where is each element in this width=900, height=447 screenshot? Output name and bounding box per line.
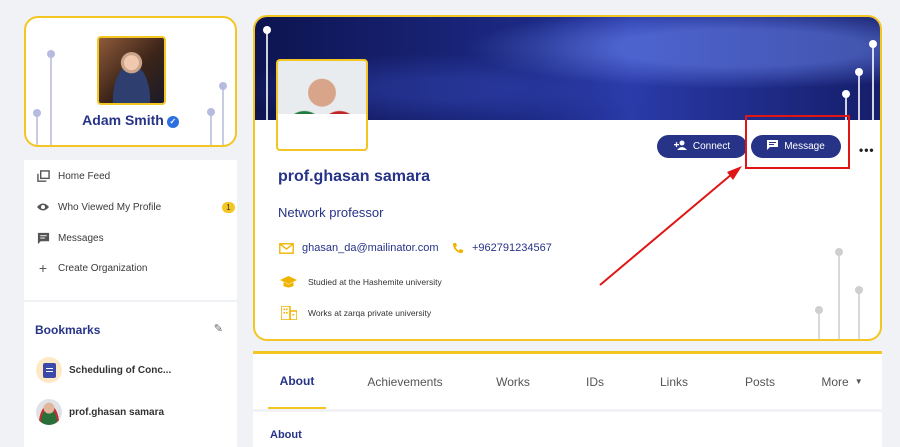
phone-row: +962791234567 bbox=[452, 242, 552, 254]
education-text: Studied at the Hashemite university bbox=[308, 277, 442, 287]
plus-icon: + bbox=[38, 260, 48, 276]
sidebar-item-create-organization[interactable]: + Create Organization bbox=[36, 258, 148, 278]
tab-more-label: More bbox=[821, 374, 849, 389]
decor-pin bbox=[47, 50, 55, 145]
about-section: About bbox=[253, 412, 882, 447]
bookmark-label: prof.ghasan samara bbox=[69, 406, 165, 418]
highlight-box bbox=[745, 115, 850, 169]
tab-about[interactable]: About bbox=[268, 354, 326, 409]
profile-tabs: About Achievements Works IDs Links Posts… bbox=[253, 351, 882, 409]
chevron-down-icon: ▼ bbox=[854, 377, 863, 386]
decor-pin bbox=[855, 68, 863, 120]
profile-title: Network professor bbox=[278, 205, 384, 220]
tab-works[interactable]: Works bbox=[488, 354, 538, 409]
mail-icon bbox=[279, 242, 294, 254]
avatar bbox=[36, 399, 62, 425]
more-options-icon[interactable]: ••• bbox=[859, 143, 875, 157]
email-row: ghasan_da@mailinator.com bbox=[279, 242, 439, 254]
sidebar-nav: Home Feed Who Viewed My Profile 1 Messag… bbox=[24, 160, 237, 300]
work-text: Works at zarqa private university bbox=[308, 308, 432, 318]
edit-icon[interactable]: ✎ bbox=[214, 322, 223, 335]
my-profile-card: Adam Smith ✓ bbox=[24, 16, 237, 147]
building-icon bbox=[280, 306, 297, 320]
bookmark-label: Scheduling of Conc... bbox=[69, 364, 172, 376]
my-name[interactable]: Adam Smith ✓ bbox=[26, 112, 235, 128]
tab-achievements[interactable]: Achievements bbox=[355, 354, 455, 409]
message-icon bbox=[36, 231, 50, 245]
about-title: About bbox=[270, 429, 302, 441]
sidebar-item-label: Who Viewed My Profile bbox=[58, 201, 162, 213]
profile-card: Connect Message ••• prof.ghasan samara N… bbox=[253, 15, 882, 341]
phone-text[interactable]: +962791234567 bbox=[472, 242, 552, 254]
home-feed-icon bbox=[36, 169, 50, 183]
sidebar-item-home-feed[interactable]: Home Feed bbox=[36, 166, 110, 186]
add-person-icon bbox=[673, 140, 687, 153]
bookmarks-panel: Bookmarks ✎ Scheduling of Conc... prof.g… bbox=[24, 302, 237, 447]
graduation-cap-icon bbox=[280, 275, 297, 289]
work-row: Works at zarqa private university bbox=[280, 306, 431, 320]
education-row: Studied at the Hashemite university bbox=[280, 275, 442, 289]
tab-ids[interactable]: IDs bbox=[575, 354, 615, 409]
tab-posts[interactable]: Posts bbox=[735, 354, 785, 409]
phone-icon bbox=[452, 242, 464, 254]
sidebar-item-label: Create Organization bbox=[58, 262, 148, 274]
sidebar-item-label: Home Feed bbox=[58, 170, 111, 182]
bookmarks-title: Bookmarks bbox=[35, 323, 101, 337]
tab-more[interactable]: More ▼ bbox=[813, 354, 871, 409]
decor-pin bbox=[855, 286, 863, 339]
sidebar-item-messages[interactable]: Messages bbox=[36, 228, 104, 248]
connect-label: Connect bbox=[692, 141, 731, 152]
eye-icon bbox=[36, 200, 50, 214]
decor-pin bbox=[835, 248, 843, 339]
connect-button[interactable]: Connect bbox=[657, 135, 747, 158]
sidebar-item-label: Messages bbox=[58, 232, 104, 244]
profile-name: prof.ghasan samara bbox=[278, 168, 431, 185]
sidebar-item-who-viewed[interactable]: Who Viewed My Profile 1 bbox=[36, 197, 239, 217]
document-icon bbox=[36, 357, 62, 383]
my-avatar[interactable] bbox=[97, 36, 166, 105]
profile-avatar[interactable] bbox=[276, 59, 368, 151]
tab-links[interactable]: Links bbox=[651, 354, 697, 409]
decor-pin bbox=[869, 40, 877, 120]
bookmark-item[interactable]: Scheduling of Conc... bbox=[36, 357, 171, 383]
verified-check-icon: ✓ bbox=[166, 116, 179, 128]
email-text[interactable]: ghasan_da@mailinator.com bbox=[302, 242, 439, 254]
bookmark-item[interactable]: prof.ghasan samara bbox=[36, 399, 164, 425]
decor-pin bbox=[263, 26, 271, 120]
notification-badge: 1 bbox=[222, 201, 235, 213]
decor-pin bbox=[815, 306, 823, 339]
my-name-text: Adam Smith bbox=[82, 112, 164, 128]
